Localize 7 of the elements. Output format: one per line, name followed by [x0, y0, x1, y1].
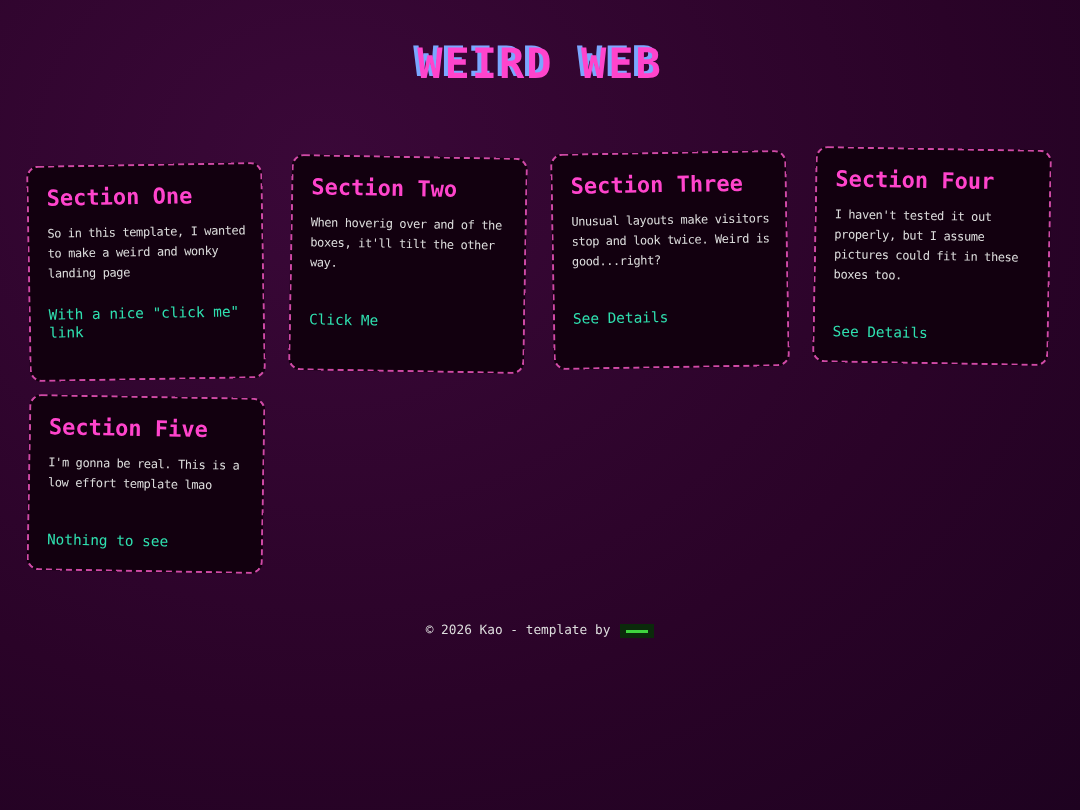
section-title: Section Five	[48, 414, 211, 446]
logo-icon[interactable]	[620, 623, 655, 637]
section-title: Section One	[46, 182, 195, 214]
section-title: Section Two	[311, 174, 460, 206]
section-title: Section Four	[835, 166, 997, 198]
site-title: WEIRD WEB	[417, 40, 663, 88]
section-title: Section Three	[570, 170, 746, 202]
